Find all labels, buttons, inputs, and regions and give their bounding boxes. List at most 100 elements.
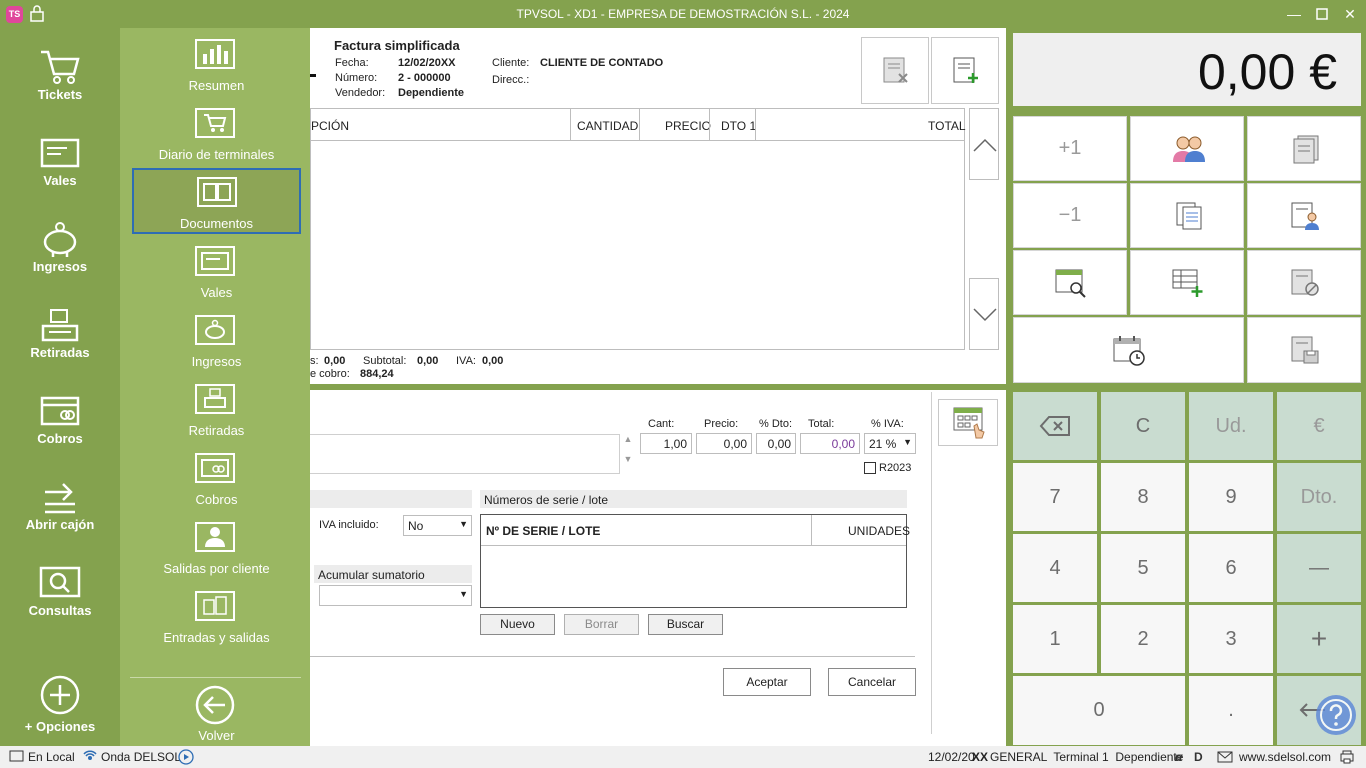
key-euro[interactable]: € (1277, 392, 1361, 460)
cancel-document-button[interactable] (1247, 250, 1361, 315)
submenu-salidas-cliente[interactable]: Salidas por cliente (132, 515, 301, 581)
dropdown-arrow-icon: ▼ (903, 437, 912, 447)
mail-icon[interactable] (1217, 751, 1233, 763)
submenu-diario-terminales[interactable]: Diario de terminales (132, 101, 301, 167)
key-2[interactable]: 2 (1101, 605, 1185, 673)
printer-icon[interactable] (1339, 750, 1355, 764)
status-web[interactable]: www.sdelsol.com (1239, 750, 1331, 764)
plus-one-button[interactable]: +1 (1013, 116, 1127, 181)
help-button[interactable] (1316, 695, 1356, 735)
table-add-icon (1172, 269, 1203, 297)
status-info: GENERAL Terminal 1 Dependiente (990, 750, 1184, 764)
nav-opciones[interactable]: + Opciones (0, 666, 120, 746)
key-c[interactable]: C (1101, 392, 1185, 460)
voucher-icon (40, 138, 80, 168)
col-dto1[interactable]: DTO 1 (721, 119, 756, 133)
key-unidades[interactable]: Ud. (1189, 392, 1273, 460)
nav-tickets[interactable]: Tickets (0, 34, 120, 114)
close-icon[interactable]: ✕ (1340, 4, 1360, 24)
key-5[interactable]: 5 (1101, 534, 1185, 602)
grid-header: PCIÓN CANTIDAD PRECIO DTO 1 TOTAL (311, 109, 966, 141)
cant-input[interactable]: 1,00 (640, 433, 692, 454)
total-input[interactable]: 0,00 (800, 433, 860, 454)
key-minus[interactable]: — (1277, 534, 1361, 602)
submenu-resumen[interactable]: Resumen (132, 32, 301, 98)
lines-grid[interactable]: PCIÓN CANTIDAD PRECIO DTO 1 TOTAL (310, 108, 966, 350)
nuevo-button[interactable]: Nuevo (480, 614, 555, 635)
buscar-button[interactable]: Buscar (648, 614, 723, 635)
keyboard-button[interactable] (938, 399, 998, 446)
search-document-button[interactable] (1013, 250, 1127, 315)
key-3[interactable]: 3 (1189, 605, 1273, 673)
textarea-scroll[interactable]: ▲ ▼ (622, 434, 634, 474)
nav-retiradas[interactable]: Retiradas (0, 292, 120, 372)
key-7[interactable]: 7 (1013, 463, 1097, 531)
nav-consultas[interactable]: Consultas (0, 550, 120, 630)
delete-document-button[interactable] (861, 37, 929, 104)
minimize-icon[interactable]: — (1284, 4, 1304, 24)
key-plus[interactable]: + (1277, 605, 1361, 673)
borrar-button[interactable]: Borrar (564, 614, 639, 635)
description-textarea[interactable] (310, 434, 620, 474)
precio-input[interactable]: 0,00 (696, 433, 752, 454)
precio-label: Precio: (704, 418, 739, 430)
submenu-diario-label: Diario de terminales (158, 147, 275, 162)
r2023-checkbox[interactable] (864, 462, 876, 474)
amount-value: 0,00 € (1197, 44, 1337, 100)
save-document-button[interactable] (1247, 317, 1361, 383)
nav-retiradas-label: Retiradas (30, 345, 90, 360)
tickets-list-button[interactable] (1247, 116, 1361, 181)
plus-circle-icon (40, 675, 80, 715)
col-cantidad[interactable]: CANTIDAD (577, 119, 638, 133)
key-1[interactable]: 1 (1013, 605, 1097, 673)
submenu-entradas-label: Entradas y salidas (163, 630, 270, 645)
serial-grid-header: Nº DE SERIE / LOTE UNIDADES (481, 515, 910, 546)
scroll-up-button[interactable] (969, 108, 999, 180)
scroll-down-button[interactable] (969, 278, 999, 350)
voucher-icon (195, 246, 235, 276)
key-decimal[interactable]: . (1189, 676, 1273, 745)
nav-abrir-cajon[interactable]: Abrir cajón (0, 464, 120, 544)
nav-ingresos[interactable]: Ingresos (0, 206, 120, 286)
nav-vales[interactable]: Vales (0, 120, 120, 200)
new-document-button[interactable] (931, 37, 999, 104)
document-client-button[interactable] (1247, 183, 1361, 248)
dto-input[interactable]: 0,00 (756, 433, 796, 454)
col-precio[interactable]: PRECIO (665, 119, 711, 133)
minus-one-button[interactable]: −1 (1013, 183, 1127, 248)
key-8[interactable]: 8 (1101, 463, 1185, 531)
submenu-entradas-salidas[interactable]: Entradas y salidas (132, 584, 301, 650)
key-0[interactable]: 0 (1013, 676, 1185, 745)
client-button[interactable] (1130, 116, 1244, 181)
submenu-documentos[interactable]: Documentos (132, 168, 301, 234)
submenu-cobros[interactable]: Cobros (132, 446, 301, 512)
submenu-volver[interactable]: Volver (132, 684, 301, 746)
key-9[interactable]: 9 (1189, 463, 1273, 531)
acumular-select[interactable]: ▼ (319, 585, 472, 606)
cancelar-button[interactable]: Cancelar (828, 668, 916, 696)
play-icon[interactable] (178, 749, 194, 765)
serial-grid[interactable]: Nº DE SERIE / LOTE UNIDADES (480, 514, 910, 608)
key-backspace[interactable] (1013, 392, 1097, 460)
serial-col-number[interactable]: Nº DE SERIE / LOTE (486, 524, 600, 538)
nav-cobros[interactable]: Cobros (0, 378, 120, 458)
acumular-label: Acumular sumatorio (318, 568, 425, 582)
col-descripcion[interactable]: PCIÓN (311, 119, 349, 133)
nav-ingresos-label: Ingresos (32, 259, 88, 274)
submenu-vales[interactable]: Vales (132, 239, 301, 305)
submenu-retiradas[interactable]: Retiradas (132, 377, 301, 443)
submenu-ingresos[interactable]: Ingresos (132, 308, 301, 374)
aceptar-button[interactable]: Aceptar (723, 668, 811, 696)
iva-incluido-select[interactable]: No ▼ (403, 515, 472, 536)
iva-select[interactable]: 21 % ▼ (864, 433, 916, 454)
key-4[interactable]: 4 (1013, 534, 1097, 602)
key-descuento[interactable]: Dto. (1277, 463, 1361, 531)
add-line-button[interactable] (1130, 250, 1244, 315)
serial-col-units[interactable]: UNIDADES (848, 524, 910, 538)
calendar-button[interactable] (1013, 317, 1244, 383)
col-total[interactable]: TOTAL (928, 119, 966, 133)
maximize-icon[interactable] (1312, 4, 1332, 24)
copy-document-button[interactable] (1130, 183, 1244, 248)
key-6[interactable]: 6 (1189, 534, 1273, 602)
r2023-label: R2023 (879, 462, 912, 474)
